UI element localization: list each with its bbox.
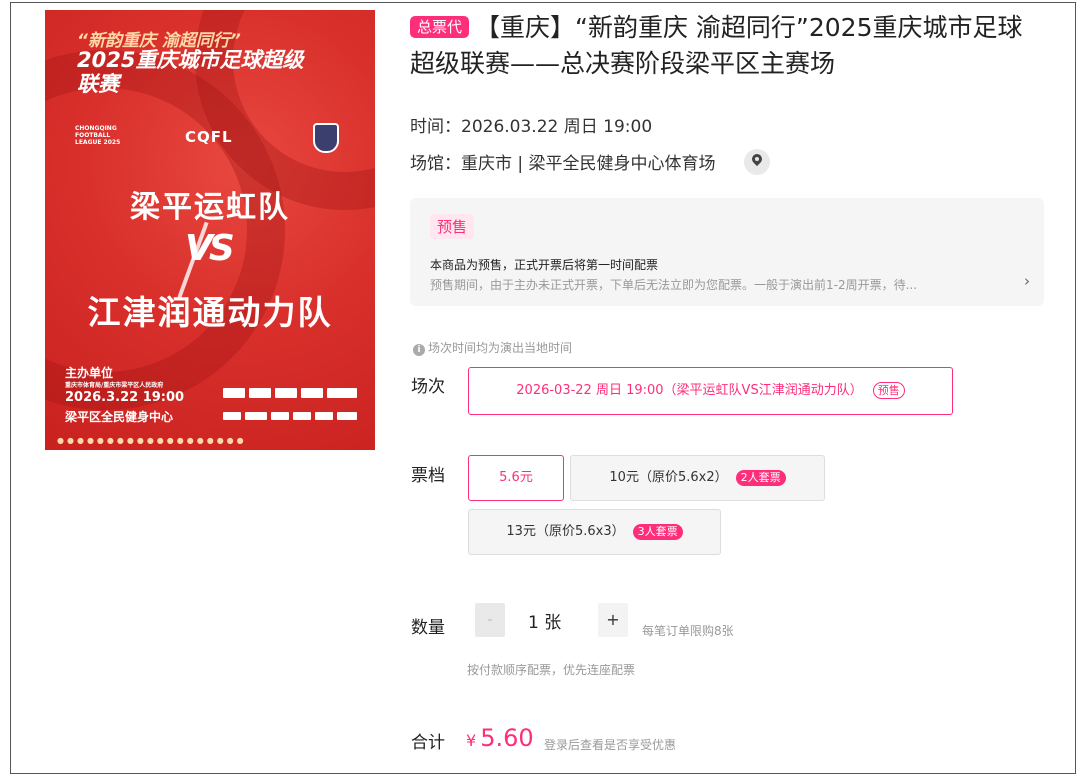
- event-time: 时间：2026.03.22 周日 19:00: [410, 117, 653, 137]
- poster-team-a: 梁平运虹队: [130, 190, 290, 225]
- session-option-text: 2026-03-22 周日 19:00（梁平运虹队VS江津润通动力队）: [516, 383, 863, 398]
- poster-organizer-title: 主办单位: [65, 366, 114, 380]
- ticket-bundle-tag: 3人套票: [632, 524, 683, 540]
- ticket-option-price: 5.6元: [499, 470, 533, 485]
- poster-vs: VS: [185, 228, 235, 269]
- event-title: 总票代 【重庆】“新韵重庆 渝超同行”2025重庆城市足球超级联赛——总决赛阶段梁…: [410, 10, 1040, 82]
- ticket-type-tag: 总票代: [410, 16, 470, 38]
- map-pin-icon[interactable]: [743, 149, 770, 175]
- event-venue-row: 场馆：重庆市 | 梁平全民健身中心体育场: [410, 149, 770, 177]
- poster-dots: ●●●●●●●●●●●●●●●●●●●: [57, 436, 247, 445]
- timezone-note: i 场次时间均为演出当地时间: [413, 339, 572, 356]
- ticket-option-price: 13元（原价5.6x3）: [506, 524, 625, 539]
- ticket-option-5.6[interactable]: 5.6元: [468, 455, 564, 501]
- session-presale-tag: 预售: [872, 382, 905, 399]
- event-title-text: 【重庆】“新韵重庆 渝超同行”2025重庆城市足球超级联赛——总决赛阶段梁平区主…: [410, 13, 1023, 78]
- quantity-minus-button[interactable]: -: [475, 603, 505, 637]
- session-option[interactable]: 2026-03-22 周日 19:00（梁平运虹队VS江津润通动力队） 预售: [468, 367, 953, 415]
- total-label: 合计: [411, 733, 445, 753]
- total-price: ¥5.60: [466, 724, 534, 752]
- total-amount: 5.60: [480, 724, 534, 752]
- ticket-option-price: 10元（原价5.6x2）: [609, 470, 728, 485]
- poster-cqfl-small: CHONGQING FOOTBALL LEAGUE 2025: [75, 125, 121, 146]
- ticket-bundle-tag: 2人套票: [735, 470, 786, 486]
- quantity-limit: 每笔订单限购8张: [642, 624, 734, 638]
- info-icon: i: [413, 344, 425, 356]
- event-venue: 场馆：重庆市 | 梁平全民健身中心体育场: [410, 154, 716, 174]
- poster-league-title: 2025重庆城市足球超级联赛: [77, 48, 304, 96]
- poster-date: 2026.3.22 19:00: [65, 390, 185, 405]
- presale-tag: 预售: [430, 214, 475, 239]
- timezone-note-text: 场次时间均为演出当地时间: [428, 341, 573, 355]
- sponsor-logos: [223, 384, 363, 428]
- seat-allocation-note: 按付款顺序配票，优先连座配票: [467, 663, 636, 677]
- presale-notice[interactable]: 预售 本商品为预售，正式开票后将第一时间配票 预售期间，由于主办未正式开票，下单…: [410, 198, 1044, 306]
- poster-venue: 梁平区全民健身中心: [65, 410, 174, 424]
- quantity-value: 1 张: [528, 613, 562, 633]
- currency-symbol: ¥: [466, 731, 477, 750]
- poster-team-b: 江津润通动力队: [87, 293, 333, 332]
- club-badge-icon: [313, 123, 339, 153]
- ticket-tier-label: 票档: [411, 466, 445, 486]
- ticket-option-13[interactable]: 13元（原价5.6x3） 3人套票: [468, 509, 721, 555]
- presale-main-text: 本商品为预售，正式开票后将第一时间配票: [430, 258, 659, 272]
- quantity-plus-button[interactable]: +: [598, 603, 628, 637]
- poster-organizer-line: 重庆市体育局/重庆市梁平区人民政府: [65, 382, 164, 389]
- presale-sub-text: 预售期间，由于主办未正式开票，下单后无法立即为您配票。一般于演出前1-2周开票，…: [430, 278, 918, 292]
- chevron-right-icon[interactable]: ›: [1024, 272, 1030, 290]
- poster-cqfl-logo: CQFL: [185, 128, 233, 146]
- ticket-option-10[interactable]: 10元（原价5.6x2） 2人套票: [570, 455, 825, 501]
- quantity-label: 数量: [411, 618, 445, 638]
- login-discount-hint: 登录后查看是否享受优惠: [544, 738, 677, 752]
- event-poster: “新韵重庆 渝超同行” 2025重庆城市足球超级联赛 CHONGQING FOO…: [45, 10, 375, 450]
- session-label: 场次: [411, 377, 445, 397]
